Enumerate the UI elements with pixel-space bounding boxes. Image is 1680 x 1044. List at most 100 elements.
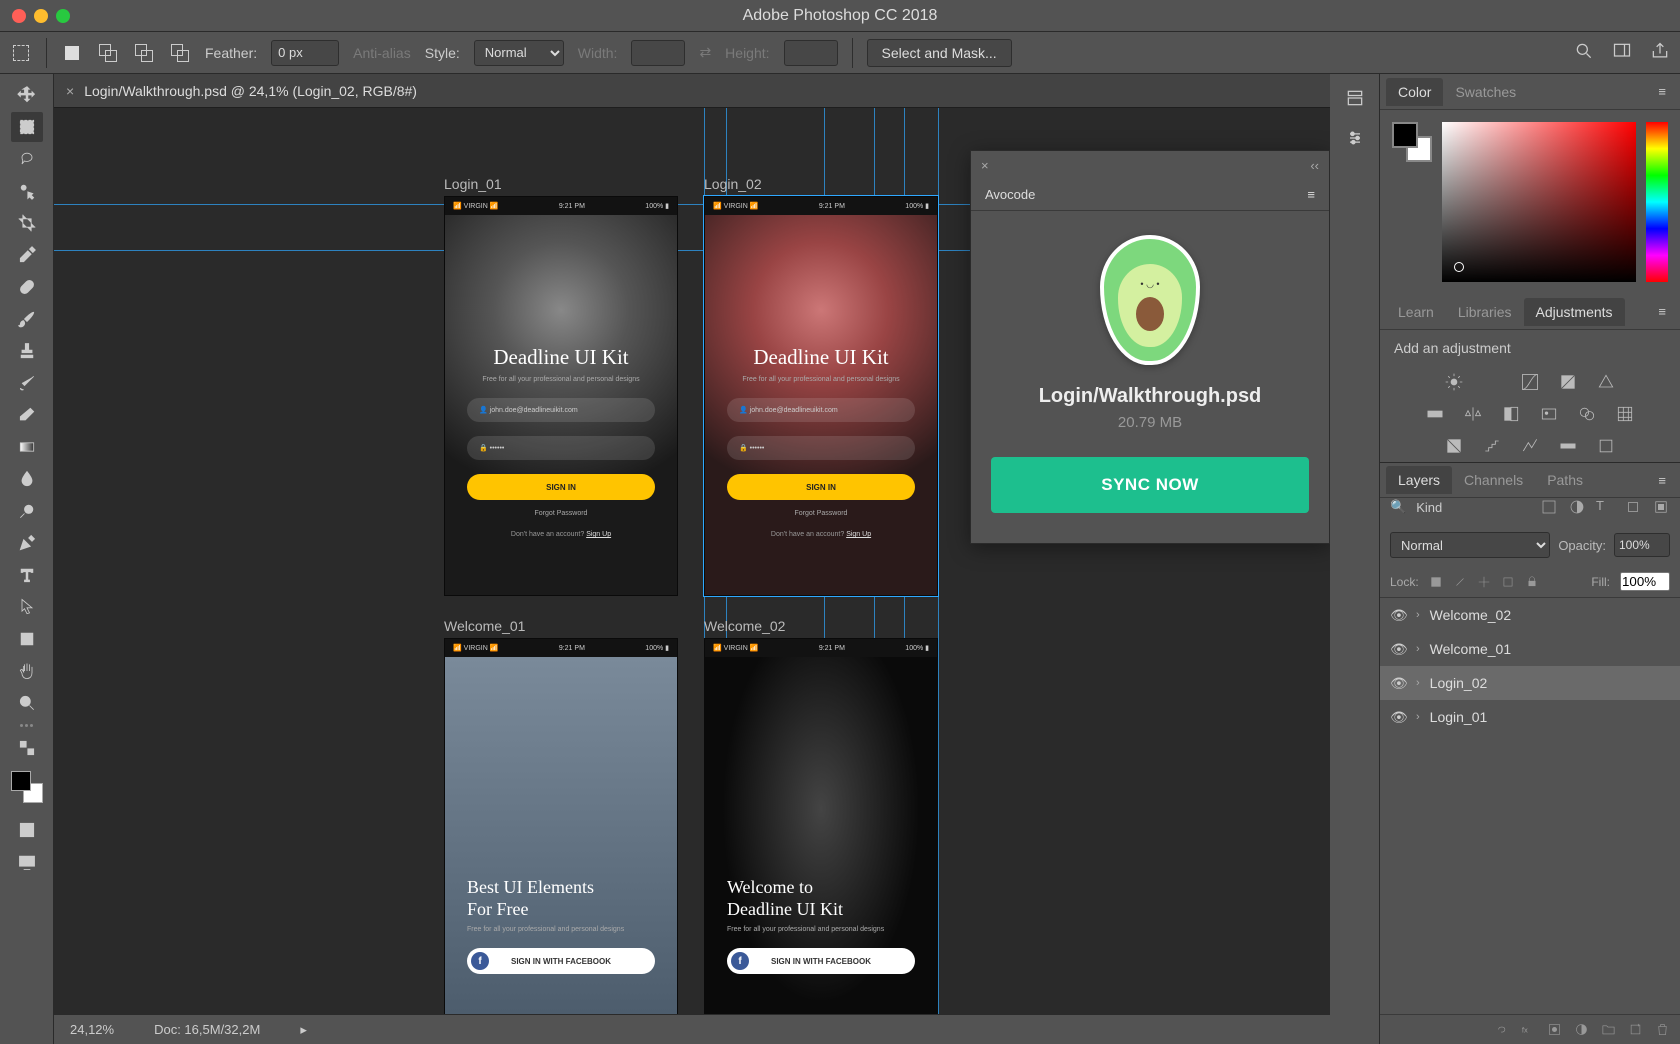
- curves-icon[interactable]: [1520, 372, 1540, 392]
- zoom-level[interactable]: 24,12%: [70, 1022, 114, 1037]
- layer-fx-icon[interactable]: fx: [1520, 1022, 1535, 1037]
- levels-icon[interactable]: [1482, 372, 1502, 392]
- minimize-window-button[interactable]: [34, 9, 48, 23]
- maximize-window-button[interactable]: [56, 9, 70, 23]
- learn-tab[interactable]: Learn: [1386, 298, 1446, 326]
- move-tool[interactable]: [11, 80, 43, 110]
- share-icon[interactable]: [1650, 41, 1670, 64]
- selection-intersect-icon[interactable]: [169, 42, 191, 64]
- lock-paint-icon[interactable]: [1453, 575, 1467, 589]
- artboard[interactable]: Welcome_01 📶 VIRGIN 📶9:21 PM100% ▮ Best …: [444, 618, 678, 1014]
- filter-smart-icon[interactable]: [1652, 498, 1670, 516]
- visibility-icon[interactable]: 👁: [1390, 675, 1406, 692]
- lut-icon[interactable]: [1615, 404, 1635, 424]
- foreground-background-colors[interactable]: [11, 771, 43, 803]
- filter-adjust-icon[interactable]: [1568, 498, 1586, 516]
- close-window-button[interactable]: [12, 9, 26, 23]
- filter-type-icon[interactable]: T: [1596, 498, 1614, 516]
- panel-menu-icon[interactable]: ≡: [1307, 187, 1315, 202]
- properties-panel-icon[interactable]: [1343, 126, 1367, 150]
- layer-mask-icon[interactable]: [1547, 1022, 1562, 1037]
- exposure-icon[interactable]: [1558, 372, 1578, 392]
- quick-select-tool[interactable]: [11, 176, 43, 206]
- tools-overflow[interactable]: [20, 724, 33, 727]
- lasso-tool[interactable]: [11, 144, 43, 174]
- new-adjustment-icon[interactable]: [1574, 1022, 1589, 1037]
- gradient-map-icon[interactable]: [1558, 436, 1578, 456]
- brush-tool[interactable]: [11, 304, 43, 334]
- selection-new-icon[interactable]: [61, 42, 83, 64]
- marquee-tool[interactable]: [11, 112, 43, 142]
- selection-subtract-icon[interactable]: [133, 42, 155, 64]
- style-select[interactable]: Normal: [474, 40, 564, 66]
- hue-icon[interactable]: [1425, 404, 1445, 424]
- search-icon[interactable]: [1574, 41, 1594, 64]
- blur-tool[interactable]: [11, 464, 43, 494]
- zoom-tool[interactable]: [11, 688, 43, 718]
- channel-mixer-icon[interactable]: [1577, 404, 1597, 424]
- new-layer-icon[interactable]: [1628, 1022, 1643, 1037]
- dodge-tool[interactable]: [11, 496, 43, 526]
- lock-artboard-icon[interactable]: [1501, 575, 1515, 589]
- shape-tool[interactable]: [11, 624, 43, 654]
- doc-info[interactable]: Doc: 16,5M/32,2M: [154, 1022, 260, 1037]
- visibility-icon[interactable]: 👁: [1390, 607, 1406, 624]
- hand-tool[interactable]: [11, 656, 43, 686]
- workspace-icon[interactable]: [1612, 41, 1632, 64]
- close-panel-icon[interactable]: ×: [981, 158, 989, 173]
- history-panel-icon[interactable]: [1343, 86, 1367, 110]
- balance-icon[interactable]: [1463, 404, 1483, 424]
- layers-tab[interactable]: Layers: [1386, 466, 1452, 494]
- feather-input[interactable]: [271, 40, 339, 66]
- new-group-icon[interactable]: [1601, 1022, 1616, 1037]
- panel-menu-icon[interactable]: ≡: [1650, 473, 1674, 488]
- color-swatches[interactable]: [1392, 122, 1432, 162]
- path-select-tool[interactable]: [11, 592, 43, 622]
- expand-icon[interactable]: ›: [1416, 643, 1420, 655]
- stamp-tool[interactable]: [11, 336, 43, 366]
- pen-tool[interactable]: [11, 528, 43, 558]
- gradient-tool[interactable]: [11, 432, 43, 462]
- paths-tab[interactable]: Paths: [1535, 466, 1595, 494]
- libraries-tab[interactable]: Libraries: [1446, 298, 1524, 326]
- type-tool[interactable]: [11, 560, 43, 590]
- quickmask-icon[interactable]: [11, 815, 43, 845]
- channels-tab[interactable]: Channels: [1452, 466, 1535, 494]
- layer-row[interactable]: 👁 › Welcome_02: [1380, 598, 1680, 632]
- invert-icon[interactable]: [1444, 436, 1464, 456]
- lock-position-icon[interactable]: [1477, 575, 1491, 589]
- layer-row[interactable]: 👁 › Login_01: [1380, 700, 1680, 734]
- close-tab-icon[interactable]: ×: [66, 83, 74, 99]
- select-and-mask-button[interactable]: Select and Mask...: [867, 39, 1012, 67]
- status-caret-icon[interactable]: ▸: [300, 1022, 307, 1038]
- link-layers-icon[interactable]: [1493, 1022, 1508, 1037]
- sync-now-button[interactable]: SYNC NOW: [991, 457, 1309, 513]
- photo-filter-icon[interactable]: [1539, 404, 1559, 424]
- crop-tool[interactable]: [11, 208, 43, 238]
- posterize-icon[interactable]: [1482, 436, 1502, 456]
- blend-mode-select[interactable]: Normal: [1390, 532, 1550, 558]
- artboard[interactable]: Login_01 📶 VIRGIN 📶9:21 PM100% ▮ Deadlin…: [444, 176, 678, 596]
- artboard[interactable]: Login_02 📶 VIRGIN 📶9:21 PM100% ▮ Deadlin…: [704, 176, 938, 596]
- brightness-icon[interactable]: [1444, 372, 1464, 392]
- history-brush-tool[interactable]: [11, 368, 43, 398]
- visibility-icon[interactable]: 👁: [1390, 709, 1406, 726]
- healing-tool[interactable]: [11, 272, 43, 302]
- delete-layer-icon[interactable]: [1655, 1022, 1670, 1037]
- eraser-tool[interactable]: [11, 400, 43, 430]
- opacity-input[interactable]: [1614, 533, 1670, 557]
- artboard[interactable]: Welcome_02 📶 VIRGIN 📶9:21 PM100% ▮ Welco…: [704, 618, 938, 1014]
- lock-pixels-icon[interactable]: [1429, 575, 1443, 589]
- visibility-icon[interactable]: 👁: [1390, 641, 1406, 658]
- screenmode-icon[interactable]: [11, 847, 43, 877]
- filter-shape-icon[interactable]: [1624, 498, 1642, 516]
- layer-row[interactable]: 👁 › Login_02: [1380, 666, 1680, 700]
- color-tab[interactable]: Color: [1386, 78, 1443, 106]
- panel-menu-icon[interactable]: ≡: [1650, 84, 1674, 99]
- panel-menu-icon[interactable]: ≡: [1650, 304, 1674, 319]
- selection-add-icon[interactable]: [97, 42, 119, 64]
- expand-icon[interactable]: ›: [1416, 677, 1420, 689]
- filter-pixel-icon[interactable]: [1540, 498, 1558, 516]
- edit-toolbar-icon[interactable]: [11, 733, 43, 763]
- expand-icon[interactable]: ›: [1416, 609, 1420, 621]
